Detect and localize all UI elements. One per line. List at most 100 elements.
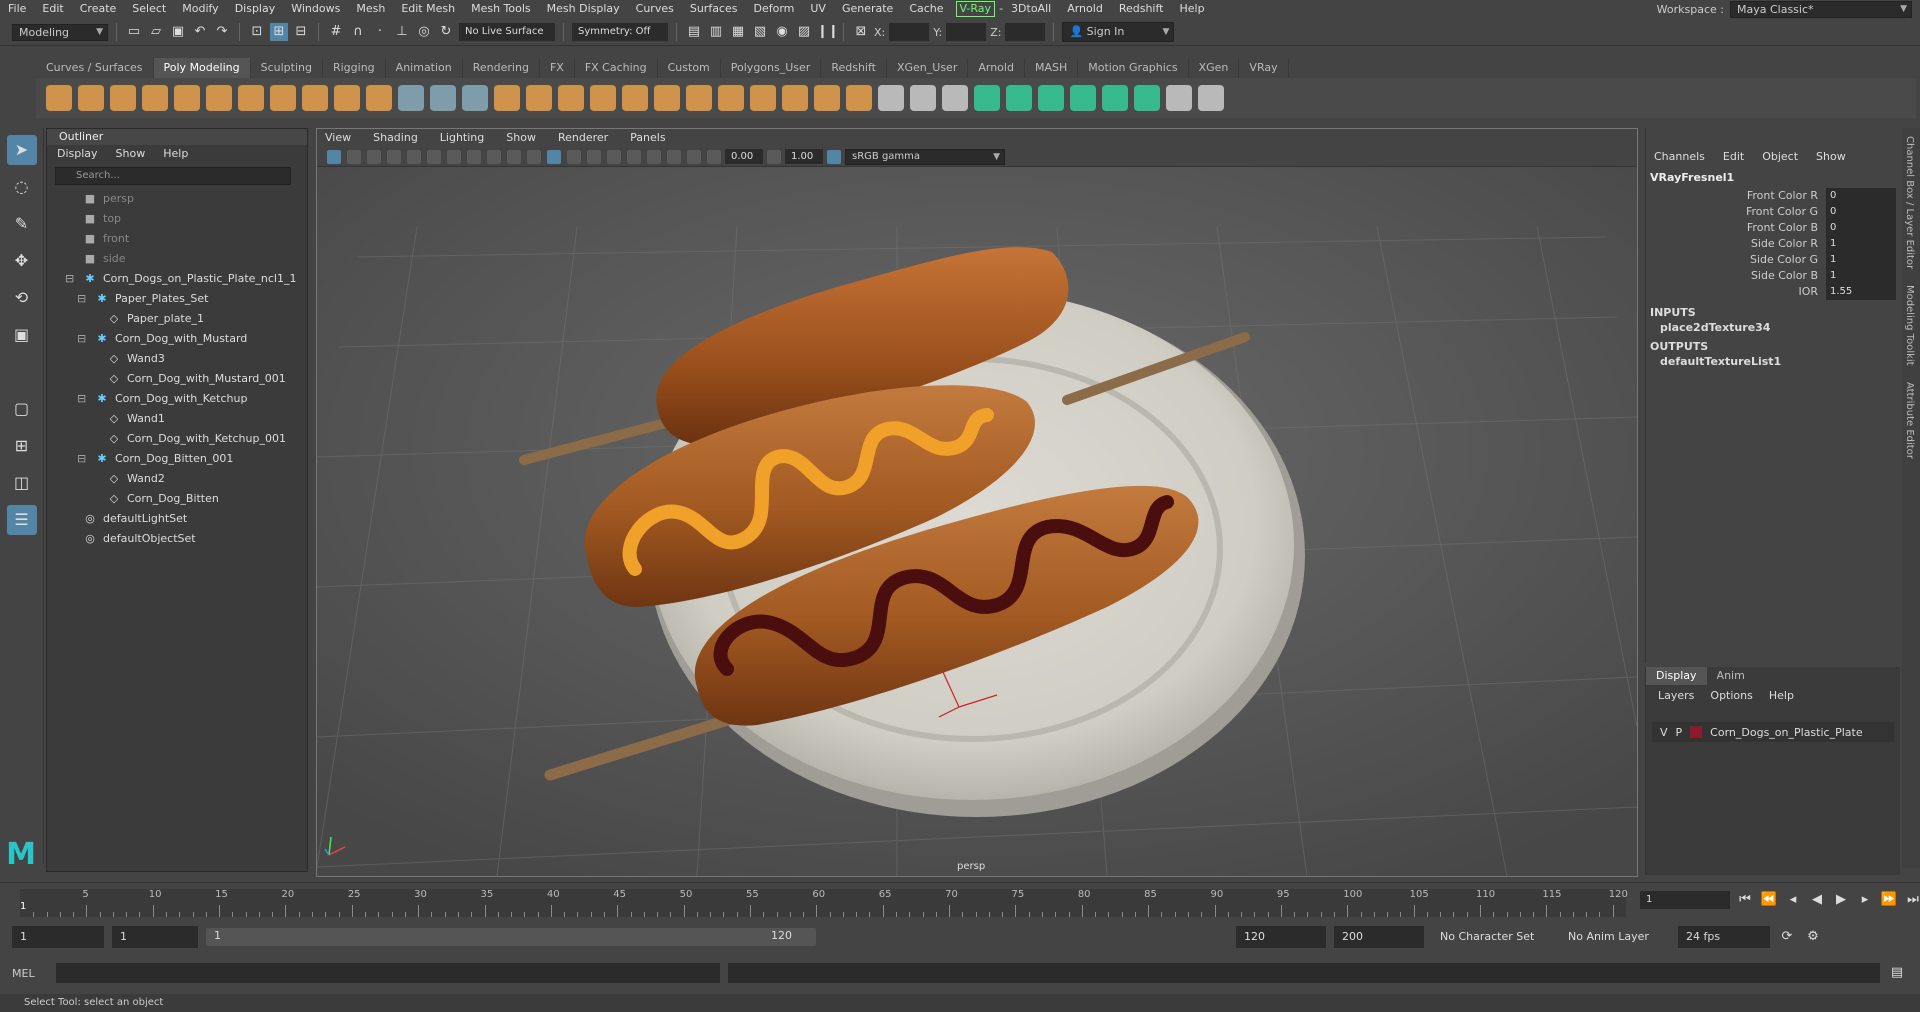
display-layer-row[interactable]: V P Corn_Dogs_on_Plastic_Plate xyxy=(1652,722,1894,742)
side-tab-channel-box-layer-editor[interactable]: Channel Box / Layer Editor xyxy=(1902,128,1917,277)
time-ruler[interactable]: 5 10 15 20 25 30 35 40 45 50 55 60 65 70 75 80 85 90 95 100… xyxy=(20,889,1628,917)
range-bar[interactable]: 1 120 xyxy=(206,928,816,946)
channel-box-object-name[interactable]: VRayFresnel1 xyxy=(1646,163,1900,188)
menu-arnold[interactable]: Arnold xyxy=(1059,0,1111,18)
exposure-field[interactable]: 0.00 xyxy=(725,149,763,164)
outliner-node[interactable]: ◇ Corn_Dog_with_Ketchup_001 xyxy=(47,429,307,449)
attribute-row[interactable]: Side Color B1 xyxy=(1646,268,1900,284)
outliner-node[interactable]: ◇ Corn_Dog_with_Mustard_001 xyxy=(47,369,307,389)
go-to-end-icon[interactable]: ⏭ xyxy=(1904,891,1920,909)
gamma-field[interactable]: 1.00 xyxy=(785,149,823,164)
inputs-node[interactable]: place2dTexture34 xyxy=(1646,319,1900,334)
attribute-name[interactable]: Front Color R xyxy=(1646,188,1826,204)
snap-curve-icon[interactable]: ∩ xyxy=(349,23,367,41)
shelf-tab-rendering[interactable]: Rendering xyxy=(463,58,540,78)
menu-file[interactable]: File xyxy=(0,0,34,18)
outliner-node[interactable]: ⊟ ✱ Paper_Plates_Set xyxy=(47,289,307,309)
outliner-node[interactable]: ⊟ ✱ Corn_Dogs_on_Plastic_Plate_ncl1_1 xyxy=(47,269,307,289)
safe-action-icon[interactable] xyxy=(507,149,521,164)
viewport-menu-show[interactable]: Show xyxy=(506,129,536,147)
anim-layer-dropdown[interactable]: No Anim Layer xyxy=(1560,926,1670,948)
sign-in-button[interactable]: 👤 Sign In ▼ xyxy=(1062,22,1175,42)
uv-spherical-icon[interactable] xyxy=(1070,85,1096,111)
type-icon[interactable] xyxy=(334,85,360,111)
select-object-icon[interactable]: ⊞ xyxy=(270,23,288,41)
script-editor-icon[interactable]: ▤ xyxy=(1888,964,1906,982)
go-to-start-icon[interactable]: ⏮ xyxy=(1736,891,1754,909)
super-shape-icon[interactable] xyxy=(302,85,328,111)
time-slider[interactable]: 5 10 15 20 25 30 35 40 45 50 55 60 65 70 75 80 85 90 95 100… xyxy=(0,882,1920,920)
measure-icon[interactable] xyxy=(398,85,424,111)
poly-cube-icon[interactable] xyxy=(78,85,104,111)
x-field[interactable] xyxy=(889,23,930,41)
render-frame-icon[interactable]: ▤ xyxy=(685,23,703,41)
shadows-icon[interactable] xyxy=(607,149,621,164)
command-input[interactable] xyxy=(56,963,720,983)
target-weld-icon[interactable] xyxy=(910,85,936,111)
layer-tab-display[interactable]: Display xyxy=(1646,667,1707,685)
menu-uv[interactable]: UV xyxy=(802,0,834,18)
menu-mesh-tools[interactable]: Mesh Tools xyxy=(463,0,539,18)
viewport-menu-lighting[interactable]: Lighting xyxy=(440,129,484,147)
step-forward-key-icon[interactable]: ⏩ xyxy=(1880,891,1898,909)
shelf-tab-xgen[interactable]: XGen xyxy=(1189,58,1240,78)
vray-render-icon[interactable]: ◉ xyxy=(773,23,791,41)
four-view-icon[interactable]: ⊞ xyxy=(7,431,37,461)
render-view-icon[interactable]: ▥ xyxy=(707,23,725,41)
layer-menu-layers[interactable]: Layers xyxy=(1658,689,1694,702)
channel-box-menu-channels[interactable]: Channels xyxy=(1654,150,1705,163)
poly-sphere-icon[interactable] xyxy=(46,85,72,111)
select-component-icon[interactable]: ⊟ xyxy=(292,23,310,41)
shelf-tab-sculpting[interactable]: Sculpting xyxy=(251,58,323,78)
menu-mesh-display[interactable]: Mesh Display xyxy=(539,0,628,18)
smooth-shade-icon[interactable] xyxy=(547,149,561,164)
attribute-value[interactable]: 0 xyxy=(1826,188,1896,204)
two-view-icon[interactable]: ◫ xyxy=(7,468,37,498)
snap-grid-icon[interactable]: # xyxy=(327,23,345,41)
bevel-icon[interactable] xyxy=(622,85,648,111)
pause-icon[interactable]: ❙❙ xyxy=(817,23,839,41)
extrude-icon[interactable] xyxy=(654,85,680,111)
image-plane-icon[interactable] xyxy=(387,149,401,164)
grid-icon[interactable] xyxy=(407,149,421,164)
menu-edit-mesh[interactable]: Edit Mesh xyxy=(393,0,463,18)
outliner-node[interactable]: ■ front xyxy=(47,229,307,249)
menu-3dtoall[interactable]: 3DtoAll xyxy=(1003,0,1059,18)
outliner-layout-icon[interactable]: ☰ xyxy=(6,505,37,535)
bridge-edge-icon[interactable] xyxy=(718,85,744,111)
shelf-tab-motion-graphics[interactable]: Motion Graphics xyxy=(1078,58,1189,78)
playback-end-field[interactable]: 120 xyxy=(1236,926,1326,948)
uv-sew-icon[interactable] xyxy=(1198,85,1224,111)
svg-icon[interactable] xyxy=(366,85,392,111)
outliner-node[interactable]: ⊟ ✱ Corn_Dog_Bitten_001 xyxy=(47,449,307,469)
outliner-node[interactable]: ■ persp xyxy=(47,189,307,209)
expand-icon[interactable]: ⊟ xyxy=(77,289,86,309)
outliner-menu-show[interactable]: Show xyxy=(116,145,146,163)
viewport-scene[interactable] xyxy=(317,167,1637,876)
menu-mesh[interactable]: Mesh xyxy=(348,0,393,18)
animation-end-field[interactable]: 200 xyxy=(1334,926,1424,948)
attribute-name[interactable]: Front Color G xyxy=(1646,204,1826,220)
layer-menu-options[interactable]: Options xyxy=(1710,689,1752,702)
menu-select[interactable]: Select xyxy=(124,0,174,18)
y-field[interactable] xyxy=(946,23,987,41)
mirror-icon[interactable] xyxy=(782,85,808,111)
camera-attr-icon[interactable] xyxy=(347,149,361,164)
isolate-select-icon[interactable] xyxy=(667,149,681,164)
triangulate-icon[interactable] xyxy=(814,85,840,111)
viewport-menu-renderer[interactable]: Renderer xyxy=(558,129,608,147)
single-view-icon[interactable]: ▢ xyxy=(7,394,37,424)
uv-editor-icon[interactable] xyxy=(974,85,1000,111)
open-scene-icon[interactable]: ▱ xyxy=(147,23,165,41)
wireframe-icon[interactable] xyxy=(527,149,541,164)
attribute-value[interactable]: 0 xyxy=(1826,204,1896,220)
shelf-tab-vray[interactable]: VRay xyxy=(1239,58,1289,78)
menu-curves[interactable]: Curves xyxy=(628,0,682,18)
color-management-icon[interactable] xyxy=(827,149,841,164)
uv-layout-icon[interactable] xyxy=(1134,85,1160,111)
antialias-icon[interactable] xyxy=(647,149,661,164)
outliner-node[interactable]: ■ top xyxy=(47,209,307,229)
multicut-icon[interactable] xyxy=(878,85,904,111)
viewport-menu-view[interactable]: View xyxy=(325,129,351,147)
shelf-tab-redshift[interactable]: Redshift xyxy=(821,58,887,78)
